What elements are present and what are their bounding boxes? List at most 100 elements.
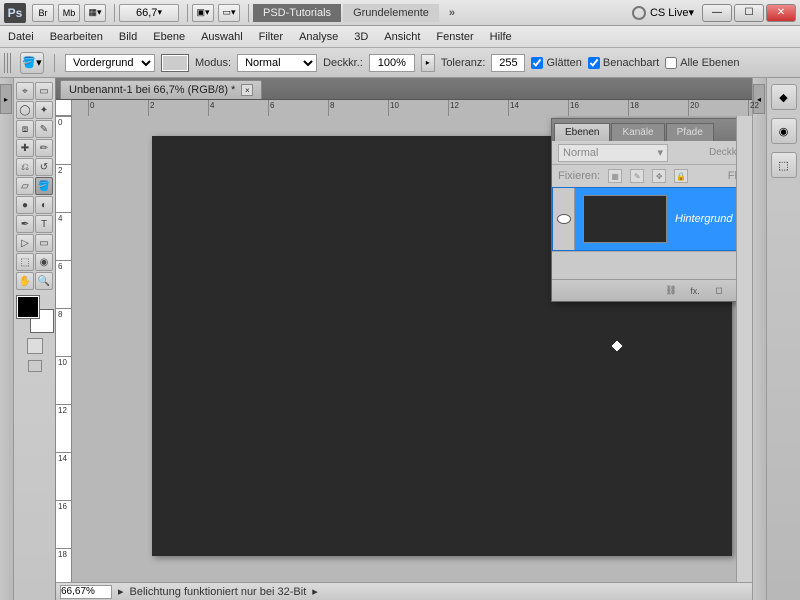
status-arrow-icon[interactable]: ▸ <box>118 585 124 598</box>
close-tab-icon[interactable]: × <box>241 84 253 96</box>
color-swatch[interactable] <box>17 296 53 332</box>
status-bar: ▸ Belichtung funktioniert nur bei 32-Bit… <box>56 582 752 600</box>
blur-tool[interactable]: ● <box>16 196 34 214</box>
zoom-field[interactable] <box>60 585 112 599</box>
menu-hilfe[interactable]: Hilfe <box>490 31 512 43</box>
workspace-more-icon[interactable]: » <box>441 7 463 19</box>
left-collapse-strip[interactable]: ▸ <box>0 78 14 600</box>
lasso-tool[interactable]: ◯ <box>16 101 34 119</box>
fill-source-dropdown[interactable]: Vordergrund <box>65 54 155 72</box>
layer-row[interactable]: Hintergrund 🔒 <box>552 187 736 251</box>
pattern-swatch[interactable] <box>161 54 189 72</box>
dock-color-icon[interactable]: ◉ <box>771 118 797 144</box>
menu-3d[interactable]: 3D <box>354 31 368 43</box>
current-tool-icon[interactable]: 🪣▾ <box>20 52 44 74</box>
menu-datei[interactable]: Datei <box>8 31 34 43</box>
dock-3d-icon[interactable]: ⬚ <box>771 152 797 178</box>
stamp-tool[interactable]: ⎌ <box>16 158 34 176</box>
dock-swatches-icon[interactable]: ◆ <box>771 84 797 110</box>
workspace-tab-active[interactable]: PSD-Tutorials <box>253 4 341 22</box>
options-bar: 🪣▾ Vordergrund Modus: Normal Deckkr.: ▸ … <box>0 48 800 78</box>
bucket-tool[interactable]: 🪣 <box>35 177 53 195</box>
menu-ebene[interactable]: Ebene <box>153 31 185 43</box>
history-brush-tool[interactable]: ↺ <box>35 158 53 176</box>
antialias-checkbox[interactable] <box>531 57 543 69</box>
brush-tool[interactable]: ✏ <box>35 139 53 157</box>
lock-position-icon[interactable]: ✥ <box>652 169 666 183</box>
wand-tool[interactable]: ✦ <box>35 101 53 119</box>
all-layers-checkbox[interactable] <box>665 57 677 69</box>
layer-blend-dropdown[interactable]: Normal▾ <box>558 144 668 162</box>
minimize-button[interactable]: — <box>702 4 732 22</box>
screen-mode-button[interactable]: ▭▾ <box>218 4 240 22</box>
extras-button[interactable]: ▦▾ <box>84 4 106 22</box>
3d-camera-tool[interactable]: ◉ <box>35 253 53 271</box>
minibridge-button[interactable]: Mb <box>58 4 80 22</box>
vertical-ruler[interactable]: 024681012141618 <box>56 116 72 582</box>
marquee-tool[interactable]: ▭ <box>35 82 53 100</box>
status-menu-icon[interactable]: ▸ <box>312 585 318 598</box>
adjustment-layer-icon[interactable]: ◐ <box>734 284 736 298</box>
screenmode-button[interactable] <box>28 360 42 372</box>
layer-opacity-label: Deckkraft: <box>709 147 736 158</box>
menu-filter[interactable]: Filter <box>259 31 283 43</box>
mode-label: Modus: <box>195 57 231 69</box>
tolerance-field[interactable] <box>491 54 525 72</box>
maximize-button[interactable]: ☐ <box>734 4 764 22</box>
viewport[interactable]: Ebenen Kanäle Pfade ▸▸▤ Normal▾ Deckkraf… <box>72 116 736 582</box>
quickmask-toggle[interactable] <box>27 338 43 354</box>
workspace-tab[interactable]: Grundelemente <box>343 4 439 22</box>
vertical-scrollbar[interactable] <box>736 116 752 582</box>
cslive-button[interactable]: CS Live ▾ <box>632 6 694 20</box>
layer-mask-icon[interactable]: ◻ <box>710 284 728 298</box>
foreground-color[interactable] <box>17 296 39 318</box>
link-layers-icon[interactable]: ⛓ <box>662 284 680 298</box>
visibility-icon[interactable] <box>557 214 571 224</box>
menu-auswahl[interactable]: Auswahl <box>201 31 243 43</box>
close-button[interactable]: ✕ <box>766 4 796 22</box>
path-select-tool[interactable]: ▷ <box>16 234 34 252</box>
lock-pixels-icon[interactable]: ✎ <box>630 169 644 183</box>
layer-name[interactable]: Hintergrund <box>675 213 736 225</box>
3d-tool[interactable]: ⬚ <box>16 253 34 271</box>
zoom-tool[interactable]: 🔍 <box>35 272 53 290</box>
bridge-button[interactable]: Br <box>32 4 54 22</box>
lock-all-icon[interactable]: 🔒 <box>674 169 688 183</box>
contiguous-label: Benachbart <box>603 57 659 69</box>
menu-ansicht[interactable]: Ansicht <box>384 31 420 43</box>
panel-tab-pfade[interactable]: Pfade <box>666 123 714 141</box>
healing-tool[interactable]: ✚ <box>16 139 34 157</box>
move-tool[interactable]: ⌖ <box>16 82 34 100</box>
grip-icon[interactable] <box>4 53 12 73</box>
panel-tab-ebenen[interactable]: Ebenen <box>554 123 610 141</box>
right-dock: ◆ ◉ ⬚ <box>766 78 800 600</box>
eyedropper-tool[interactable]: ✎ <box>35 120 53 138</box>
layers-panel: Ebenen Kanäle Pfade ▸▸▤ Normal▾ Deckkraf… <box>551 118 736 302</box>
panel-tab-kanaele[interactable]: Kanäle <box>611 123 664 141</box>
dodge-tool[interactable]: ◐ <box>35 196 53 214</box>
hand-tool[interactable]: ✋ <box>16 272 34 290</box>
layer-thumbnail[interactable] <box>583 195 667 243</box>
eraser-tool[interactable]: ▱ <box>16 177 34 195</box>
view-arrange-button[interactable]: ▣▾ <box>192 4 214 22</box>
menu-bearbeiten[interactable]: Bearbeiten <box>50 31 103 43</box>
layer-fx-icon[interactable]: fx. <box>686 284 704 298</box>
toolbox: ⌖▭ ◯✦ ⧈✎ ✚✏ ⎌↺ ▱🪣 ●◐ ✒T ▷▭ ⬚◉ ✋🔍 <box>14 78 56 600</box>
blend-mode-dropdown[interactable]: Normal <box>237 54 317 72</box>
lock-transparency-icon[interactable]: ▦ <box>608 169 622 183</box>
opacity-field[interactable] <box>369 54 415 72</box>
all-layers-label: Alle Ebenen <box>680 57 739 69</box>
right-collapse-strip[interactable]: ◂ <box>752 78 766 600</box>
zoom-level-dropdown[interactable]: 66,7 ▾ <box>119 4 179 22</box>
pen-tool[interactable]: ✒ <box>16 215 34 233</box>
menu-bild[interactable]: Bild <box>119 31 137 43</box>
document-tab[interactable]: Unbenannt-1 bei 66,7% (RGB/8) *× <box>60 80 262 99</box>
crop-tool[interactable]: ⧈ <box>16 120 34 138</box>
antialias-label: Glätten <box>546 57 581 69</box>
menu-analyse[interactable]: Analyse <box>299 31 338 43</box>
contiguous-checkbox[interactable] <box>588 57 600 69</box>
type-tool[interactable]: T <box>35 215 53 233</box>
shape-tool[interactable]: ▭ <box>35 234 53 252</box>
opacity-flyout-icon[interactable]: ▸ <box>421 54 435 72</box>
menu-fenster[interactable]: Fenster <box>436 31 473 43</box>
